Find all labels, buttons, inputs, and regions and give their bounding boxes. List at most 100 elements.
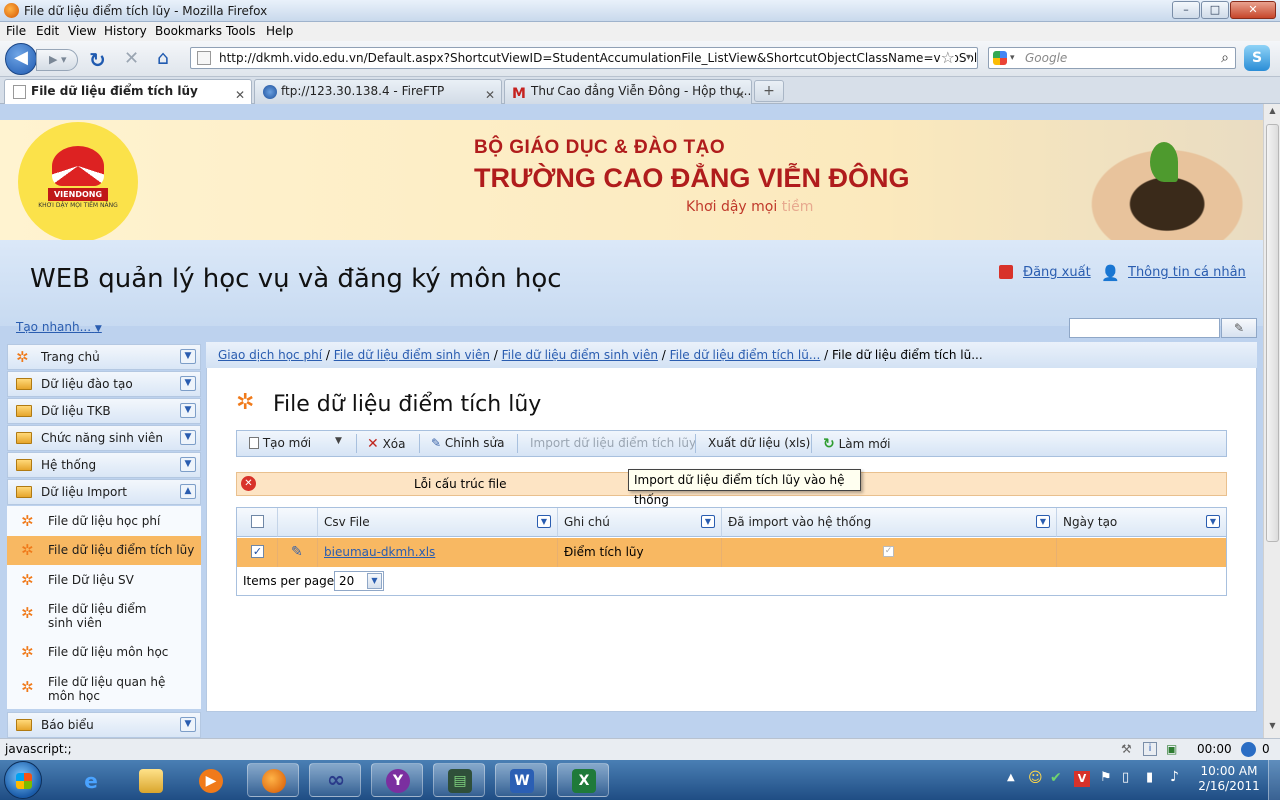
column-header-imported[interactable]: Đã import vào hệ thống ▼ — [722, 508, 1057, 537]
search-field[interactable]: ▾ Google ⌕ — [988, 47, 1236, 69]
taskbar-explorer[interactable] — [124, 763, 176, 797]
url-dropdown-icon[interactable]: ▾ — [965, 48, 971, 68]
menu-edit[interactable]: Edit — [36, 24, 59, 38]
chevron-down-icon[interactable]: ▼ — [1206, 515, 1220, 528]
taskbar-app-infinity[interactable]: ∞ — [309, 763, 361, 797]
tray-volume-icon[interactable]: ♪ — [1170, 769, 1179, 785]
sidebar-item-home[interactable]: ✲ Trang chủ ▼ — [7, 344, 201, 370]
sidebar-sub-accumulation[interactable]: ✲ File dữ liệu điểm tích lũy — [7, 536, 201, 565]
page-scrollbar[interactable]: ▲ ▼ — [1263, 104, 1280, 738]
tray-flag-icon[interactable]: ⚑ — [1100, 770, 1112, 785]
breadcrumb-link[interactable]: File dữ liệu điểm sinh viên — [334, 348, 490, 362]
quick-create-link[interactable]: Tạo nhanh... ▼ — [16, 320, 102, 334]
scroll-down-icon[interactable]: ▼ — [1266, 721, 1279, 735]
sidebar-sub-tuition[interactable]: ✲ File dữ liệu học phí — [7, 506, 201, 536]
taskbar-media-player[interactable]: ▶ — [184, 763, 236, 797]
back-button[interactable]: ◀ — [5, 43, 37, 75]
address-bar[interactable]: http://dkmh.vido.edu.vn/Default.aspx?Sho… — [190, 47, 978, 69]
column-header-note[interactable]: Ghi chú ▼ — [558, 508, 722, 537]
sidebar-item-system[interactable]: Hệ thống ▼ — [7, 452, 201, 478]
update-icon[interactable] — [1241, 742, 1256, 757]
chevron-down-icon[interactable]: ▼ — [180, 457, 196, 472]
edit-button[interactable]: ✎ Chỉnh sửa — [431, 436, 504, 450]
maximize-button[interactable]: □ — [1201, 1, 1229, 19]
sidebar-item-reports[interactable]: Báo biểu ▼ — [7, 712, 201, 738]
taskbar-excel[interactable]: X — [557, 763, 609, 797]
logout-link[interactable]: Đăng xuất — [1023, 265, 1091, 280]
tray-device-icon[interactable]: ▯ — [1122, 770, 1129, 785]
sidebar-item-data-import[interactable]: Dữ liệu Import ▲ — [7, 479, 201, 505]
sidebar-sub-student-data[interactable]: ✲ File Dữ liệu SV — [7, 565, 201, 595]
sidebar-sub-subjects[interactable]: ✲ File dữ liệu môn học — [7, 635, 201, 669]
tab-close-icon[interactable]: ✕ — [735, 84, 745, 104]
chevron-down-icon[interactable]: ▼ — [180, 717, 196, 732]
menu-tools[interactable]: Tools — [226, 24, 256, 38]
edit-icon[interactable]: ✎ — [291, 538, 303, 566]
minimize-button[interactable]: – — [1172, 1, 1200, 19]
menu-file[interactable]: File — [6, 24, 26, 38]
import-button[interactable]: Import dữ liệu điểm tích lũy — [530, 436, 696, 450]
scroll-thumb[interactable] — [1266, 124, 1279, 542]
bookmark-star-icon[interactable]: ☆ — [940, 48, 955, 68]
sidebar-sub-subject-relations[interactable]: ✲ File dữ liệu quan hệ môn học — [7, 669, 201, 709]
delete-button[interactable]: ✕ Xóa — [367, 436, 405, 452]
chevron-down-icon[interactable]: ▼ — [180, 403, 196, 418]
sidebar-item-student-functions[interactable]: Chức năng sinh viên ▼ — [7, 425, 201, 451]
chevron-down-icon[interactable]: ▼ — [1036, 515, 1050, 528]
taskbar-word[interactable]: W — [495, 763, 547, 797]
menu-help[interactable]: Help — [266, 24, 293, 38]
csv-file-link[interactable]: bieumau-dkmh.xls — [324, 545, 435, 559]
taskbar-ie[interactable]: e — [64, 763, 116, 797]
column-header-created[interactable]: Ngày tạo ▼ — [1057, 508, 1226, 537]
home-icon[interactable]: ⌂ — [157, 47, 169, 69]
close-button[interactable]: ✕ — [1230, 1, 1276, 19]
tray-check-icon[interactable]: ✔ — [1050, 770, 1062, 786]
export-button[interactable]: Xuất dữ liệu (xls) — [708, 436, 810, 450]
select-all-checkbox[interactable] — [251, 515, 264, 528]
row-checkbox[interactable]: ✓ — [251, 545, 264, 558]
new-button[interactable]: Tạo mới — [249, 436, 311, 450]
stop-icon[interactable]: ✕ — [124, 48, 139, 69]
sidebar-item-training[interactable]: Dữ liệu đào tạo ▼ — [7, 371, 201, 397]
scroll-up-icon[interactable]: ▲ — [1266, 106, 1279, 120]
tray-v-icon[interactable]: V — [1074, 771, 1090, 787]
show-desktop-button[interactable] — [1268, 760, 1280, 800]
menu-view[interactable]: View — [68, 24, 96, 38]
sidebar-sub-student-scores[interactable]: ✲ File dữ liệu điểm sinh viên — [7, 595, 201, 635]
tab-active[interactable]: File dữ liệu điểm tích lũy ✕ — [4, 79, 252, 105]
chevron-down-icon[interactable]: ▼ — [367, 573, 382, 589]
quick-search-input[interactable] — [1069, 318, 1220, 338]
items-per-page-select[interactable]: 20 ▼ — [334, 571, 384, 591]
network-icon[interactable]: ▣ — [1166, 739, 1177, 759]
tray-smiley-icon[interactable]: ☺ — [1028, 770, 1043, 786]
new-tab-button[interactable]: + — [754, 80, 784, 102]
tab-close-icon[interactable]: ✕ — [485, 84, 495, 104]
tab-fireftp[interactable]: ftp://123.30.138.4 - FireFTP ✕ — [254, 79, 502, 104]
new-dropdown-button[interactable]: ▼ — [335, 436, 342, 446]
taskbar-firefox[interactable] — [247, 763, 299, 797]
breadcrumb-link[interactable]: Giao dịch học phí — [218, 348, 322, 362]
skype-icon[interactable]: S — [1244, 45, 1270, 71]
tray-network-icon[interactable]: ▮ — [1146, 770, 1153, 785]
search-icon[interactable]: ⌕ — [1221, 48, 1229, 68]
info-icon[interactable]: i — [1143, 742, 1157, 756]
chevron-down-icon[interactable]: ▼ — [180, 349, 196, 364]
reload-icon[interactable]: ↻ — [89, 48, 106, 72]
breadcrumb-link[interactable]: File dữ liệu điểm tích lũ... — [670, 348, 821, 362]
tray-expand-icon[interactable]: ▲ — [1007, 772, 1015, 783]
chevron-down-icon[interactable]: ▼ — [537, 515, 551, 528]
quick-search-button[interactable]: ✎ — [1221, 318, 1257, 338]
start-button[interactable] — [4, 761, 42, 799]
column-header-csv-file[interactable]: Csv File ▼ — [318, 508, 558, 537]
taskbar-monitor[interactable]: ▤ — [433, 763, 485, 797]
taskbar-yahoo-messenger[interactable]: Y — [371, 763, 423, 797]
menu-bookmarks[interactable]: Bookmarks — [155, 24, 222, 38]
breadcrumb-link[interactable]: File dữ liệu điểm sinh viên — [502, 348, 658, 362]
chevron-down-icon[interactable]: ▼ — [701, 515, 715, 528]
engine-dropdown-icon[interactable]: ▾ — [1010, 48, 1015, 68]
chevron-down-icon[interactable]: ▼ — [180, 430, 196, 445]
chevron-up-icon[interactable]: ▲ — [180, 484, 196, 499]
profile-link[interactable]: Thông tin cá nhân — [1128, 265, 1246, 280]
tray-clock[interactable]: 10:00 AM 2/16/2011 — [1194, 764, 1264, 793]
tab-gmail[interactable]: M Thư Cao đẳng Viễn Đông - Hộp thư... ✕ — [504, 79, 752, 104]
